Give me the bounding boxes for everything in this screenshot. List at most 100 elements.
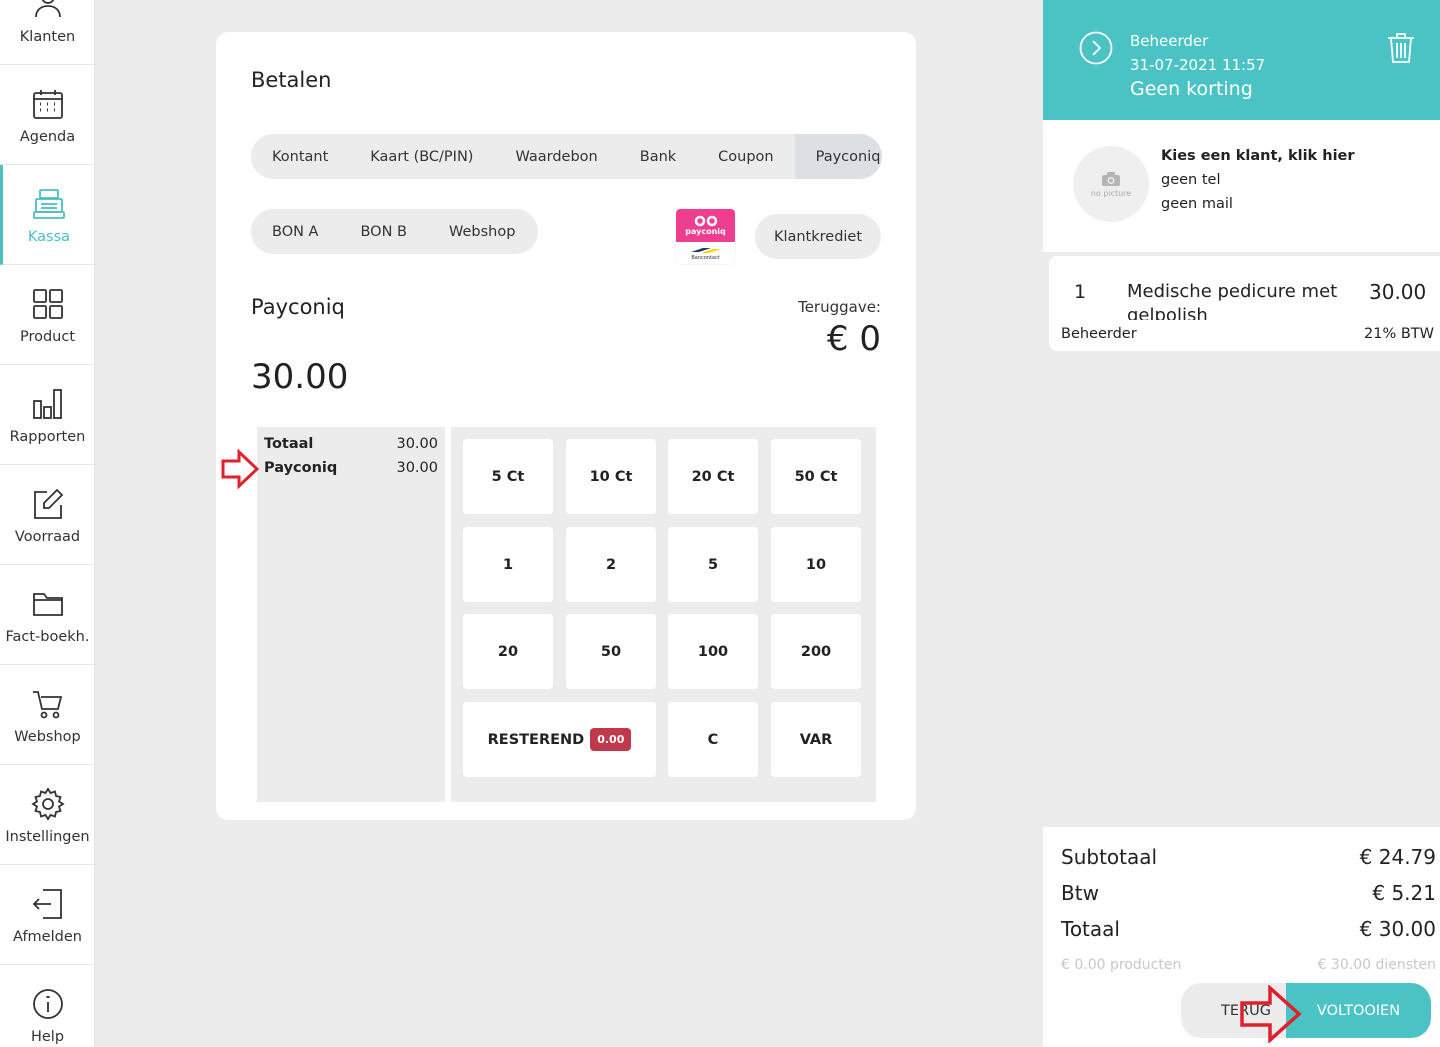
trash-icon[interactable]: [1385, 31, 1417, 65]
payconiq-logo-text: payconiq: [685, 227, 726, 236]
sidebar-item-product[interactable]: Product: [0, 265, 95, 365]
client-selector[interactable]: no picture Kies een klant, klik hier gee…: [1043, 120, 1440, 252]
summary-value: 30.00: [396, 460, 438, 476]
chevron-right-circle-icon[interactable]: [1079, 31, 1113, 65]
tab-waardebon[interactable]: Waardebon: [494, 134, 618, 179]
tab-coupon[interactable]: Coupon: [697, 134, 794, 179]
ticket-lines: 1 Medische pedicure met gelpolish 30.00 …: [1043, 252, 1440, 827]
btw-value: € 5.21: [1372, 881, 1436, 905]
key-10[interactable]: 10: [771, 527, 861, 602]
camera-icon: [1102, 171, 1120, 186]
payment-summary: Totaal 30.00 Payconiq 30.00: [257, 427, 445, 802]
subtotal-label: Subtotaal: [1061, 845, 1158, 869]
summary-label: Totaal: [264, 436, 314, 452]
info-icon: [31, 983, 65, 1025]
ticket-panel: Beheerder 31-07-2021 11:57 Geen korting …: [1043, 0, 1440, 1047]
sidebar-item-label: Voorraad: [14, 529, 81, 545]
sidebar-item-voorraad[interactable]: Voorraad: [0, 465, 95, 565]
tab-bon-b[interactable]: BON B: [339, 209, 428, 254]
client-name[interactable]: Kies een klant, klik hier: [1161, 148, 1355, 164]
key-clear[interactable]: C: [668, 702, 758, 777]
sidebar-item-kassa[interactable]: Kassa: [0, 165, 95, 265]
sidebar-item-instellingen[interactable]: Instellingen: [0, 765, 95, 865]
tab-webshop[interactable]: Webshop: [428, 209, 536, 254]
sidebar-item-klanten[interactable]: Klanten: [0, 0, 95, 65]
bancontact-icon: [690, 247, 721, 253]
key-2[interactable]: 2: [566, 527, 656, 602]
summary-label: Payconiq: [264, 460, 338, 476]
sidebar-item-afmelden[interactable]: Afmelden: [0, 865, 95, 965]
klantkrediet-button[interactable]: Klantkrediet: [755, 214, 881, 259]
key-resterend[interactable]: RESTEREND 0.00: [463, 702, 656, 777]
edit-icon: [31, 483, 65, 525]
sidebar-item-label: Agenda: [19, 129, 76, 145]
teruggave-label: Teruggave:: [798, 298, 881, 316]
cart-icon: [31, 683, 65, 725]
sidebar-item-webshop[interactable]: Webshop: [0, 665, 95, 765]
key-5ct[interactable]: 5 Ct: [463, 439, 553, 514]
sidebar-item-label: Webshop: [14, 729, 81, 745]
split-row: € 0.00 producten € 30.00 diensten: [1061, 957, 1436, 973]
subtotal-row: Subtotaal € 24.79: [1061, 845, 1436, 869]
sidebar-item-agenda[interactable]: Agenda: [0, 65, 95, 165]
total-label: Totaal: [1061, 917, 1120, 941]
summary-row-totaal: Totaal 30.00: [264, 436, 438, 452]
sidebar-item-label: Rapporten: [9, 429, 86, 445]
key-var[interactable]: VAR: [771, 702, 861, 777]
page-title: Betalen: [251, 68, 332, 92]
ticket-discount[interactable]: Geen korting: [1130, 78, 1253, 100]
products-total: € 0.00 producten: [1061, 957, 1182, 973]
key-5[interactable]: 5: [668, 527, 758, 602]
payconiq-logo: payconiq Bancontact: [676, 209, 735, 264]
tab-payconiq[interactable]: Payconiq: [794, 134, 882, 179]
tab-bon-a[interactable]: BON A: [251, 209, 339, 254]
ticket-user: Beheerder: [1130, 32, 1209, 50]
key-10ct[interactable]: 10 Ct: [566, 439, 656, 514]
calendar-icon: [31, 83, 65, 125]
sidebar-item-fact-boekh[interactable]: Fact-boekh.: [0, 565, 95, 665]
complete-button[interactable]: VOLTOOIEN: [1286, 983, 1431, 1038]
key-100[interactable]: 100: [668, 614, 758, 689]
grid-icon: [31, 283, 65, 325]
line-vat: 21% BTW: [1364, 326, 1434, 342]
folder-icon: [31, 583, 65, 625]
sidebar-item-rapporten[interactable]: Rapporten: [0, 365, 95, 465]
ticket-datetime: 31-07-2021 11:57: [1130, 56, 1266, 74]
amount-keypad: 5 Ct 10 Ct 20 Ct 50 Ct 1 2 5 10 20 50 10…: [451, 427, 876, 802]
line-price: 30.00: [1369, 280, 1427, 304]
annotation-arrow-icon: [1240, 985, 1302, 1043]
line-employee: Beheerder: [1061, 326, 1137, 342]
key-20ct[interactable]: 20 Ct: [668, 439, 758, 514]
logout-icon: [31, 883, 65, 925]
ticket-header: Beheerder 31-07-2021 11:57 Geen korting: [1043, 0, 1440, 120]
key-200[interactable]: 200: [771, 614, 861, 689]
tab-kaart[interactable]: Kaart (BC/PIN): [349, 134, 494, 179]
sidebar-item-label: Afmelden: [13, 929, 82, 945]
subtotal-value: € 24.79: [1359, 845, 1436, 869]
resterend-label: RESTEREND: [487, 731, 585, 748]
key-50[interactable]: 50: [566, 614, 656, 689]
btw-label: Btw: [1061, 881, 1099, 905]
key-50ct[interactable]: 50 Ct: [771, 439, 861, 514]
key-20[interactable]: 20: [463, 614, 553, 689]
sidebar-item-label: Product: [19, 329, 76, 345]
selected-method-name: Payconiq: [251, 295, 345, 319]
cash-register-icon: [32, 183, 66, 225]
key-1[interactable]: 1: [463, 527, 553, 602]
payconiq-loop-icon: [694, 215, 717, 227]
client-tel: geen tel: [1161, 172, 1221, 188]
resterend-badge: 0.00: [590, 728, 632, 751]
sidebar-item-label: Instellingen: [5, 829, 90, 845]
services-total: € 30.00 diensten: [1317, 957, 1436, 973]
sidebar-item-help[interactable]: Help: [0, 965, 95, 1047]
summary-row-payconiq: Payconiq 30.00: [264, 460, 438, 476]
ticket-line[interactable]: 1 Medische pedicure met gelpolish 30.00 …: [1049, 256, 1440, 351]
payment-method-tabs: Kontant Kaart (BC/PIN) Waardebon Bank Co…: [251, 134, 882, 179]
annotation-arrow-icon: [221, 449, 259, 489]
tab-kontant[interactable]: Kontant: [251, 134, 349, 179]
users-icon: [31, 0, 65, 25]
sidebar-item-label: Fact-boekh.: [5, 629, 90, 645]
gear-icon: [30, 783, 65, 825]
payment-card: Betalen Kontant Kaart (BC/PIN) Waardebon…: [216, 32, 916, 820]
tab-bank[interactable]: Bank: [619, 134, 697, 179]
